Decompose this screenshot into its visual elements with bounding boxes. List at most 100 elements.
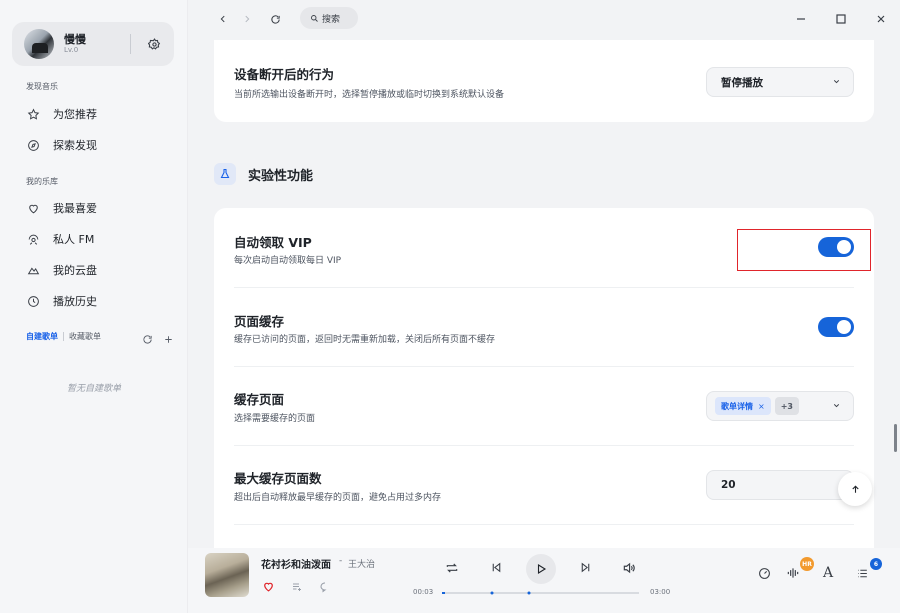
- page-cache-toggle[interactable]: [818, 317, 854, 337]
- close-icon[interactable]: [872, 10, 890, 28]
- scrollbar-thumb[interactable]: [894, 424, 897, 452]
- search-icon: [311, 14, 318, 22]
- user-divider: [130, 34, 131, 54]
- back-icon[interactable]: [214, 10, 232, 28]
- nav-explore-label: 探索发现: [53, 139, 97, 152]
- row-divider: [234, 287, 854, 288]
- topbar: 搜索: [188, 0, 900, 40]
- tab-separator: [63, 332, 64, 341]
- repeat-icon[interactable]: [445, 561, 459, 575]
- song-title[interactable]: 花衬衫和油泼面: [261, 556, 331, 571]
- highlight-box: [737, 229, 871, 271]
- scroll-to-top-button[interactable]: [838, 472, 872, 506]
- minimize-icon[interactable]: [792, 10, 810, 28]
- nav-personal-fm[interactable]: 私人 FM: [26, 229, 94, 249]
- queue-count-badge: 6: [870, 558, 882, 570]
- previous-track-icon[interactable]: [490, 561, 503, 574]
- page-cache-title: 页面缓存: [234, 314, 285, 329]
- add-to-playlist-icon[interactable]: [291, 581, 303, 593]
- nav-favorites-label: 我最喜爱: [53, 202, 97, 215]
- nav-personal-fm-label: 私人 FM: [53, 233, 95, 246]
- auto-vip-desc: 每次启动自动领取每日 VIP: [234, 256, 342, 266]
- lyrics-font-icon[interactable]: A: [823, 565, 833, 581]
- tab-collected-playlists[interactable]: 收藏歌单: [69, 331, 101, 342]
- clock-icon: [26, 294, 40, 308]
- avatar[interactable]: [24, 29, 54, 59]
- max-cache-input[interactable]: 20: [706, 470, 854, 500]
- add-icon[interactable]: [163, 330, 174, 349]
- cache-pages-title: 缓存页面: [234, 392, 285, 407]
- total-time: 03:00: [650, 588, 671, 596]
- max-cache-desc: 超出后自动释放最早缓存的页面，避免占用过多内存: [234, 493, 442, 503]
- row-divider: [234, 445, 854, 446]
- cache-pages-select[interactable]: 歌单详情 × +3: [706, 391, 854, 421]
- play-icon: [537, 564, 547, 574]
- user-name: 慢慢: [64, 33, 86, 46]
- arrow-up-icon: [851, 485, 859, 493]
- like-heart-icon[interactable]: [262, 580, 275, 593]
- settings-gear-icon[interactable]: [144, 34, 164, 54]
- playlist-tabs: 自建歌单 收藏歌单: [26, 331, 101, 342]
- tab-created-playlists[interactable]: 自建歌单: [26, 331, 58, 342]
- discover-section-label: 发现音乐: [26, 82, 58, 91]
- sound-quality-icon[interactable]: [786, 566, 800, 580]
- speedometer-icon[interactable]: [758, 567, 771, 580]
- nav-favorites[interactable]: 我最喜爱: [26, 198, 97, 218]
- nav-cloud-label: 我的云盘: [53, 264, 97, 277]
- chip-remove-icon[interactable]: ×: [758, 402, 765, 411]
- song-artist[interactable]: 王大治: [348, 557, 375, 570]
- settings-card-playback: 设备断开后的行为 当前所选输出设备断开时，选择暂停播放或临时切换到系统默认设备 …: [214, 40, 874, 122]
- experimental-section-title: 实验性功能: [248, 168, 314, 184]
- player-bar: 花衬衫和油泼面 - 王大治 00:03 03:00 HR A 6: [188, 548, 900, 613]
- library-section-label: 我的乐库: [26, 177, 58, 186]
- page-cache-desc: 缓存已访问的页面，返回时无需重新加载，关闭后所有页面不缓存: [234, 335, 496, 345]
- cache-page-chip-label: 歌单详情: [721, 401, 753, 411]
- search-placeholder: 搜索: [322, 14, 341, 25]
- nav-history-label: 播放历史: [53, 295, 97, 308]
- nav-recommend[interactable]: 为您推荐: [26, 104, 97, 124]
- forward-icon[interactable]: [238, 10, 256, 28]
- comment-icon[interactable]: [319, 581, 331, 593]
- cloud-icon: [26, 263, 40, 277]
- disconnect-behavior-desc: 当前所选输出设备断开时，选择暂停播放或临时切换到系统默认设备: [234, 90, 505, 100]
- chevron-down-icon: [832, 77, 841, 89]
- search-box[interactable]: 搜索: [300, 7, 358, 29]
- playlist-queue-icon[interactable]: [856, 567, 869, 580]
- disconnect-behavior-title: 设备断开后的行为: [234, 67, 335, 82]
- user-level: Lv.0: [64, 46, 79, 54]
- flask-icon: [214, 163, 236, 185]
- cache-pages-desc: 选择需要缓存的页面: [234, 414, 316, 424]
- nav-recommend-label: 为您推荐: [53, 108, 97, 121]
- quality-badge: HR: [800, 557, 814, 571]
- experimental-section-header: 实验性功能: [214, 163, 313, 185]
- more-chips-count: +3: [774, 397, 799, 415]
- nav-history[interactable]: 播放历史: [26, 291, 97, 311]
- disconnect-behavior-select[interactable]: 暂停播放: [706, 67, 854, 97]
- heart-icon: [26, 201, 40, 215]
- disconnect-behavior-value: 暂停播放: [721, 76, 763, 89]
- compass-icon: [26, 138, 40, 152]
- progress-markers: [490, 591, 531, 595]
- star-icon: [26, 107, 40, 121]
- album-cover[interactable]: [205, 553, 249, 597]
- user-card[interactable]: 慢慢 Lv.0: [12, 22, 174, 66]
- max-cache-value: 20: [721, 479, 736, 491]
- row-divider: [234, 366, 854, 367]
- volume-icon[interactable]: [622, 561, 636, 575]
- cache-page-chip[interactable]: 歌单详情 ×: [715, 397, 771, 415]
- current-time: 00:03: [413, 588, 434, 596]
- settings-content: 设备断开后的行为 当前所选输出设备断开时，选择暂停播放或临时切换到系统默认设备 …: [188, 40, 900, 548]
- radio-icon: [26, 232, 40, 246]
- nav-cloud[interactable]: 我的云盘: [26, 260, 97, 280]
- maximize-icon[interactable]: [832, 10, 850, 28]
- chevron-down-icon: [832, 401, 841, 413]
- refresh-icon[interactable]: [142, 330, 153, 349]
- refresh-page-icon[interactable]: [266, 10, 284, 28]
- max-cache-title: 最大缓存页面数: [234, 471, 322, 486]
- nav-explore[interactable]: 探索发现: [26, 135, 97, 155]
- play-button[interactable]: [526, 554, 556, 584]
- row-divider: [234, 524, 854, 525]
- empty-playlists-text: 暂无自建歌单: [66, 384, 121, 394]
- song-separator: -: [339, 556, 343, 566]
- next-track-icon[interactable]: [579, 561, 592, 574]
